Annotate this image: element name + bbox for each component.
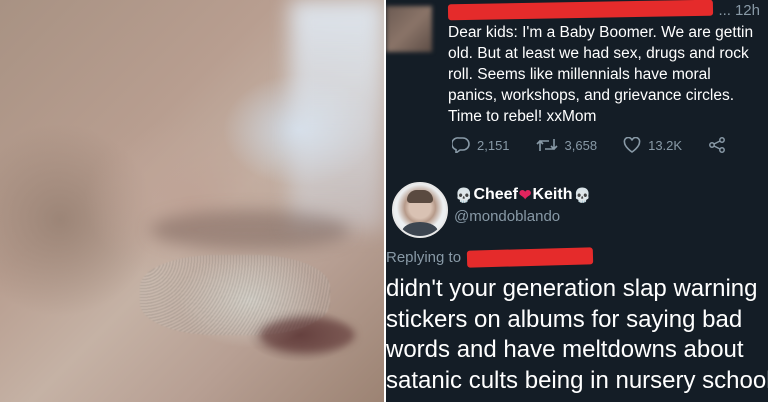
replying-to-label: Replying to [386,249,462,266]
tweet-line: old. But at least we had sex, drugs and … [448,45,749,62]
original-author-avatar[interactable] [386,6,432,52]
reply-line: didn't your generation slap warning [386,275,758,302]
retweet-count: 3,658 [564,137,598,153]
skull-icon: 💀 [455,186,473,203]
retweet-icon [535,139,558,151]
original-tweet-text: Dear kids: I'm a Baby Boomer. We are get… [448,22,768,127]
display-name-part1: Cheef [473,186,518,203]
skull-icon: 💀 [573,186,591,203]
tweet-line: roll. Seems like millennials have moral [448,66,711,83]
tweet-line: Dear kids: I'm a Baby Boomer. We are get… [448,24,754,41]
replying-to: Replying to [386,247,594,268]
reply-button[interactable]: 2,151 [452,137,510,153]
reply-line: satanic cults being in nursery school [386,366,768,394]
display-name-part2: Keith [532,186,573,203]
photo-lip [260,318,355,352]
avatar-shirt [402,222,438,236]
share-icon [709,137,726,153]
reply-line: stickers on albums for saying bad [386,305,743,333]
like-count: 13.2K [648,137,683,153]
tweet-actions: 2,151 3,658 13.2K [452,137,759,153]
timestamp-text: 12h [734,2,760,19]
reply-display-name[interactable]: 💀 Cheef ❤ Keith 💀 [454,186,592,204]
ellipsis: ... [718,2,731,19]
avatar-hair [407,190,433,203]
like-button[interactable]: 13.2K [623,137,682,153]
reply-tweet-text: didn't your generation slap warning stic… [386,274,768,396]
reply-count: 2,151 [477,137,510,153]
tweet-line: Time to rebel! xxMom [448,108,597,125]
reply-handle[interactable]: @mondoblando [454,208,560,225]
reply-author-avatar[interactable] [392,182,448,238]
heart-icon [623,137,641,153]
redacted-author-name [447,0,714,21]
redacted-reply-target [466,247,594,268]
photo-highlight [290,0,384,230]
reply-icon [452,137,470,153]
tweet-screenshot: ... 12h Dear kids: I'm a Baby Boomer. We … [386,0,768,402]
face-photo [0,0,384,402]
reply-line: words and have meltdowns about [386,336,744,363]
heart-emoji-icon: ❤ [518,187,532,204]
tweet-timestamp[interactable]: ... 12h [718,2,760,19]
tweet-line: panics, workshops, and grievance circles… [448,87,735,104]
retweet-button[interactable]: 3,658 [535,137,598,153]
share-button[interactable] [708,137,733,153]
photo-nose-shadow [150,210,350,250]
